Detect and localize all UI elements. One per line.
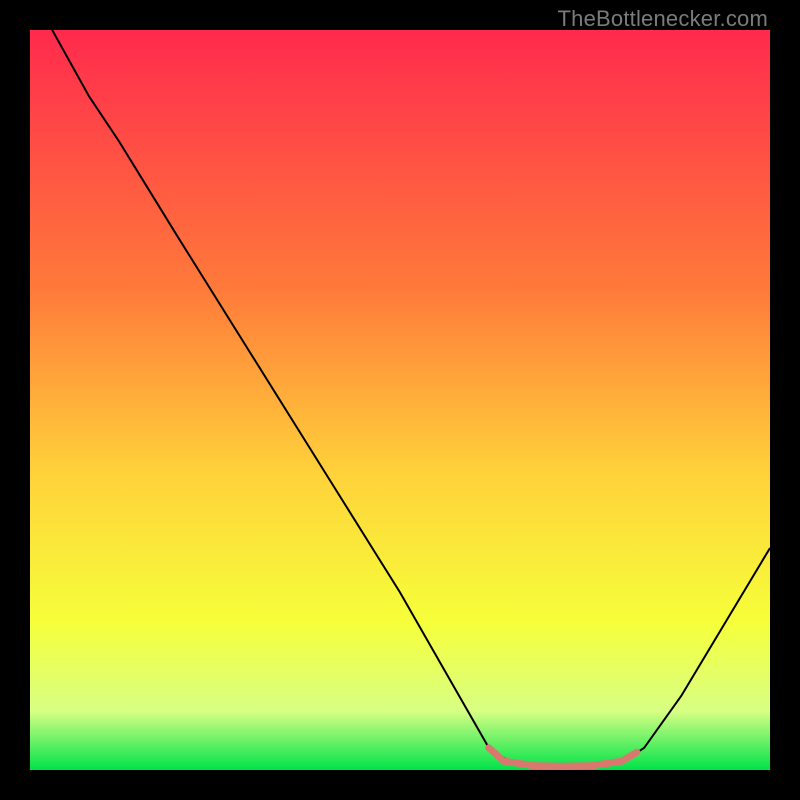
bottleneck-chart: [30, 30, 770, 770]
chart-frame: [30, 30, 770, 770]
watermark-text: TheBottlenecker.com: [558, 6, 768, 32]
gradient-background: [30, 30, 770, 770]
